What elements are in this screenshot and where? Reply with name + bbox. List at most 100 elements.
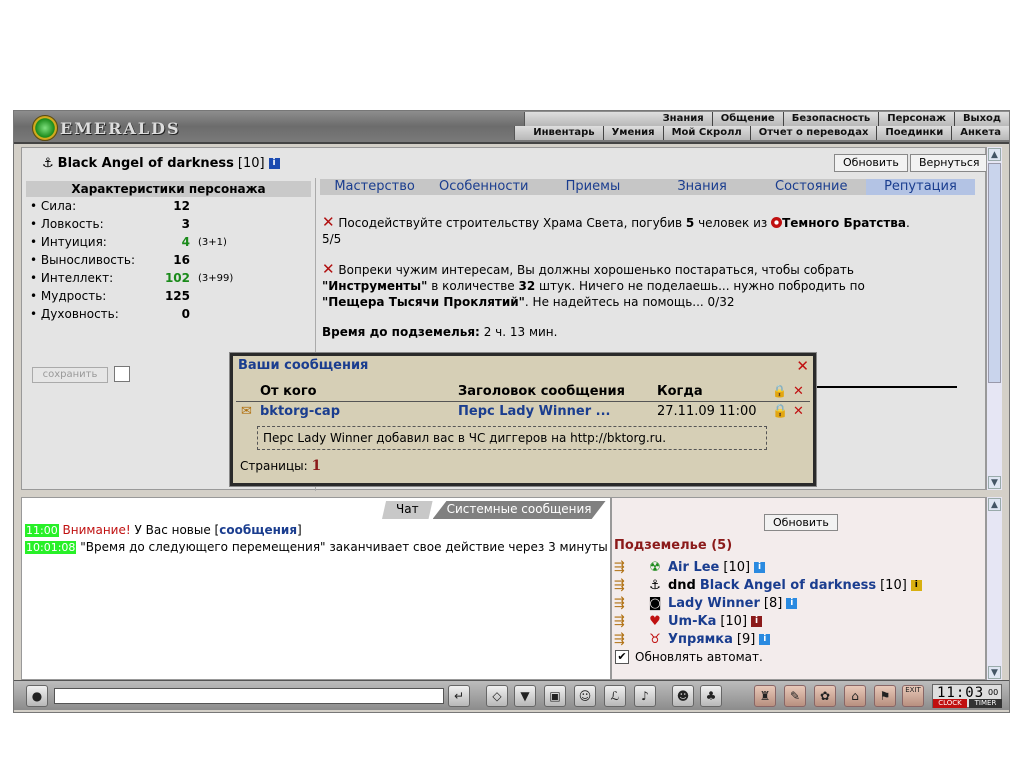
info-icon[interactable]: i — [754, 561, 766, 573]
timestamp[interactable]: 10:01:08 — [25, 541, 77, 554]
cancel-quest-icon[interactable]: ✕ — [322, 213, 335, 231]
scroll-icon[interactable]: ✎ — [784, 685, 806, 707]
save-button[interactable]: сохранить — [32, 367, 108, 383]
move-arrow-icon[interactable]: ⇶ — [614, 596, 642, 611]
message-row[interactable]: ✉ bktorg-cap Перс Lady Winner ... 27.11.… — [236, 404, 810, 422]
info-icon[interactable]: i — [268, 158, 280, 169]
stat-value: 12 — [173, 199, 190, 213]
stat-value: 102 — [164, 271, 190, 285]
sound-icon[interactable]: ♪ — [634, 685, 656, 707]
menu-my-scroll[interactable]: Мой Скролл — [662, 126, 750, 140]
smile-icon[interactable]: ☻ — [672, 685, 694, 707]
move-arrow-icon[interactable]: ⇶ — [614, 632, 642, 647]
cancel-quest-icon[interactable]: ✕ — [322, 260, 335, 278]
map-icon[interactable]: ✿ — [814, 685, 836, 707]
menu-communication[interactable]: Общение — [711, 112, 783, 126]
menu-inventory[interactable]: Инвентарь — [525, 126, 602, 140]
player-name[interactable]: Упрямка — [668, 632, 733, 647]
character-name[interactable]: Black Angel of darkness — [58, 156, 234, 171]
menu-skills[interactable]: Умения — [602, 126, 663, 140]
menu-profile[interactable]: Анкета — [951, 126, 1009, 140]
filter-icon[interactable]: ▼ — [514, 685, 536, 707]
message-from[interactable]: bktorg-cap — [260, 404, 340, 419]
player-name[interactable]: Black Angel of darkness — [700, 578, 876, 593]
speaker-head-icon[interactable]: ● — [26, 685, 48, 707]
info-icon[interactable]: i — [751, 615, 763, 627]
clan-icon: ◙ — [648, 595, 662, 611]
scroll-up-icon[interactable]: ▲ — [988, 148, 1001, 161]
menu-fights[interactable]: Поединки — [876, 126, 951, 140]
save-icon[interactable]: ▣ — [544, 685, 566, 707]
timestamp[interactable]: 11:00 — [25, 524, 59, 537]
tab-reputation[interactable]: Репутация — [865, 179, 976, 195]
move-arrow-icon[interactable]: ⇶ — [614, 614, 642, 629]
dungeon-refresh-button[interactable]: Обновить — [764, 514, 838, 531]
bullet: • — [30, 199, 38, 213]
lock-all-icon[interactable]: 🔒 — [772, 384, 787, 398]
scroll-thumb[interactable] — [988, 163, 1001, 383]
auto-refresh: ✔ Обновлять автомат. — [615, 650, 763, 664]
player-name[interactable]: Lady Winner — [668, 596, 760, 611]
scroll-down-icon[interactable]: ▼ — [988, 666, 1001, 679]
brotherhood-icon — [771, 217, 783, 228]
message-subject[interactable]: Перс Lady Winner ... — [458, 404, 610, 419]
dungeon-scrollbar[interactable]: ▲ ▼ — [986, 497, 1002, 680]
character-level: [10] — [237, 156, 265, 171]
info-icon[interactable]: i — [759, 633, 771, 645]
clock: 11:03 00 CLOCK TIMER — [932, 684, 1002, 708]
tab-status[interactable]: Состояние — [757, 179, 866, 195]
eraser-icon[interactable]: ◇ — [486, 685, 508, 707]
back-button[interactable]: Вернуться — [910, 154, 989, 172]
scroll-up-icon[interactable]: ▲ — [988, 498, 1001, 511]
move-arrow-icon[interactable]: ⇶ — [614, 578, 642, 593]
scroll-down-icon[interactable]: ▼ — [988, 476, 1001, 489]
tab-techniques[interactable]: Приемы — [538, 179, 647, 195]
messages-link[interactable]: сообщения — [219, 523, 297, 537]
chat-line: 10:01:08 "Время до следующего перемещени… — [25, 540, 608, 554]
move-arrow-icon[interactable]: ⇶ — [614, 560, 642, 575]
tab-system-messages[interactable]: Системные сообщения — [432, 501, 606, 519]
tab-features[interactable]: Особенности — [429, 179, 538, 195]
menu-knowledge[interactable]: Знания — [655, 112, 712, 126]
stats-title: Характеристики персонажа — [26, 181, 311, 197]
person-icon[interactable]: ☺ — [574, 685, 596, 707]
menu-security[interactable]: Безопасность — [782, 112, 879, 126]
dnd-status: dnd — [668, 577, 696, 593]
menu-character[interactable]: Персонаж — [878, 112, 954, 126]
tab-knowledge[interactable]: Знания — [648, 179, 757, 195]
chat-input[interactable] — [54, 688, 444, 704]
anchor-icon: ⚓ — [42, 156, 54, 171]
auto-refresh-checkbox[interactable]: ✔ — [615, 650, 629, 664]
exit-icon[interactable]: EXIT — [902, 685, 924, 707]
house-icon[interactable]: ⌂ — [844, 685, 866, 707]
menu-transfer-report[interactable]: Отчет о переводах — [749, 126, 877, 140]
player-name[interactable]: Air Lee — [668, 560, 719, 575]
player-row: ⇶ ◙ Lady Winner [8] i — [614, 594, 798, 612]
send-icon[interactable]: ↵ — [448, 685, 470, 707]
group-icon[interactable]: ♣ — [700, 685, 722, 707]
translit-icon[interactable]: ℒ — [604, 685, 626, 707]
col-when: Когда — [657, 384, 703, 399]
flask-icon[interactable]: ♜ — [754, 685, 776, 707]
quest-list: ✕ Посодействуйте строительству Храма Све… — [322, 214, 972, 340]
close-icon[interactable]: ✕ — [796, 357, 809, 375]
delete-all-icon[interactable]: ✕ — [793, 384, 804, 399]
info-icon[interactable]: i — [786, 597, 798, 609]
clock-mode-button[interactable]: CLOCK — [933, 699, 967, 708]
lock-icon[interactable]: 🔒 — [772, 404, 788, 419]
refresh-button[interactable]: Обновить — [834, 154, 908, 172]
bullet: • — [30, 253, 38, 267]
main-scrollbar[interactable]: ▲ ▼ — [986, 147, 1002, 490]
timer-mode-button[interactable]: TIMER — [969, 699, 1002, 708]
menu-exit[interactable]: Выход — [953, 112, 1009, 126]
tab-mastery[interactable]: Мастерство — [320, 179, 429, 195]
flag-icon[interactable]: ⚑ — [874, 685, 896, 707]
logo: EMERALDS — [32, 115, 181, 141]
delete-icon[interactable]: ✕ — [793, 404, 804, 419]
info-icon[interactable]: i — [910, 579, 922, 591]
tab-chat[interactable]: Чат — [382, 501, 433, 519]
save-checkbox[interactable] — [114, 366, 130, 382]
page-link[interactable]: 1 — [312, 458, 322, 474]
player-name[interactable]: Um-Ka — [668, 614, 716, 629]
bullet: • — [30, 217, 38, 231]
